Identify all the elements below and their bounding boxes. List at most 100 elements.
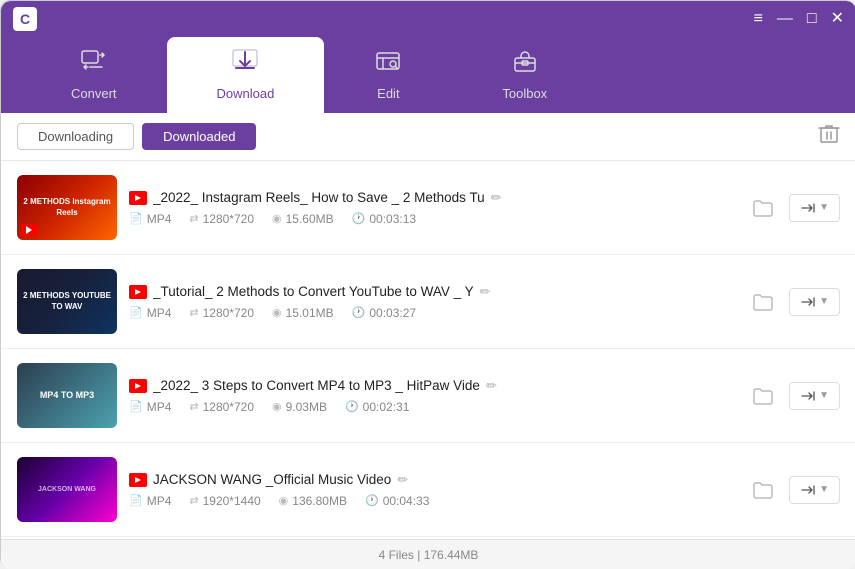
- file-title: _2022_ Instagram Reels_ How to Save _ 2 …: [153, 190, 485, 205]
- thumbnail: 2 METHODS YOUTUBE TO WAV: [17, 269, 117, 334]
- open-folder-button[interactable]: [747, 192, 779, 224]
- file-icon: 📄: [129, 494, 143, 507]
- file-title: _Tutorial_ 2 Methods to Convert YouTube …: [153, 284, 474, 299]
- size-icon: ◉: [272, 212, 282, 225]
- clock-icon: 🕐: [352, 212, 366, 225]
- toolbox-icon: [511, 49, 539, 80]
- maximize-icon[interactable]: □: [807, 11, 817, 27]
- app-logo: C: [13, 7, 37, 31]
- file-title-row: _2022_ 3 Steps to Convert MP4 to MP3 _ H…: [129, 378, 735, 394]
- clock-icon: 🕐: [345, 400, 359, 413]
- tab-download[interactable]: Download: [167, 37, 325, 113]
- convert-button[interactable]: ▼: [789, 194, 840, 222]
- file-icon: 📄: [129, 306, 143, 319]
- youtube-badge: [129, 191, 147, 205]
- file-actions: ▼: [747, 474, 840, 506]
- duration-meta: 🕐 00:02:31: [345, 400, 409, 414]
- title-bar: C ≡ — □ ✕: [1, 1, 855, 37]
- clock-icon: 🕐: [352, 306, 366, 319]
- minimize-icon[interactable]: —: [777, 11, 793, 27]
- size-meta: ◉ 15.60MB: [272, 212, 334, 226]
- close-icon[interactable]: ✕: [831, 11, 844, 27]
- open-folder-button[interactable]: [747, 286, 779, 318]
- nav-tabs: Convert Download Edit: [1, 37, 855, 113]
- resolution-meta: ⇄ 1280*720: [189, 306, 254, 320]
- window-controls: ≡ — □ ✕: [754, 11, 844, 27]
- size-icon: ◉: [279, 494, 289, 507]
- thumbnail: JACKSON WANG: [17, 457, 117, 522]
- convert-chevron-icon: ▼: [819, 484, 829, 495]
- file-count-label: 4 Files | 176.44MB: [379, 548, 479, 562]
- sub-header: Downloading Downloaded: [1, 113, 855, 161]
- edit-icon: [374, 49, 402, 80]
- delete-all-button[interactable]: [818, 123, 840, 150]
- open-folder-button[interactable]: [747, 380, 779, 412]
- size-meta: ◉ 9.03MB: [272, 400, 327, 414]
- tab-edit-label: Edit: [377, 86, 399, 101]
- edit-title-icon[interactable]: ✏: [480, 284, 491, 300]
- format-meta: 📄 MP4: [129, 306, 171, 320]
- thumbnail: 2 METHODS Instagram Reels: [17, 175, 117, 240]
- youtube-badge: [129, 379, 147, 393]
- duration-meta: 🕐 00:03:13: [352, 212, 416, 226]
- youtube-badge: [129, 285, 147, 299]
- footer: 4 Files | 176.44MB: [1, 539, 855, 569]
- clock-icon: 🕐: [365, 494, 379, 507]
- resolution-icon: ⇄: [189, 306, 198, 319]
- file-icon: 📄: [129, 400, 143, 413]
- file-meta: 📄 MP4 ⇄ 1280*720 ◉ 15.01MB 🕐: [129, 306, 735, 320]
- file-list: 2 METHODS Instagram Reels _2022_ Instagr…: [1, 161, 855, 567]
- file-actions: ▼: [747, 380, 840, 412]
- file-icon: 📄: [129, 212, 143, 225]
- tab-download-label: Download: [217, 86, 275, 101]
- edit-title-icon[interactable]: ✏: [397, 472, 408, 488]
- file-info: _Tutorial_ 2 Methods to Convert YouTube …: [129, 284, 735, 320]
- file-title: JACKSON WANG _Official Music Video: [153, 472, 391, 487]
- list-item: 2 METHODS YOUTUBE TO WAV _Tutorial_ 2 Me…: [1, 255, 855, 349]
- file-actions: ▼: [747, 286, 840, 318]
- size-icon: ◉: [272, 306, 282, 319]
- list-item: JACKSON WANG JACKSON WANG _Official Musi…: [1, 443, 855, 537]
- convert-button[interactable]: ▼: [789, 382, 840, 410]
- tab-convert[interactable]: Convert: [21, 37, 167, 113]
- resolution-icon: ⇄: [189, 494, 198, 507]
- list-item: 2 METHODS Instagram Reels _2022_ Instagr…: [1, 161, 855, 255]
- resolution-meta: ⇄ 1280*720: [189, 212, 254, 226]
- list-item: MP4 TO MP3 _2022_ 3 Steps to Convert MP4…: [1, 349, 855, 443]
- open-folder-button[interactable]: [747, 474, 779, 506]
- file-meta: 📄 MP4 ⇄ 1920*1440 ◉ 136.80MB 🕐: [129, 494, 735, 508]
- resolution-icon: ⇄: [189, 212, 198, 225]
- edit-title-icon[interactable]: ✏: [491, 190, 502, 206]
- resolution-meta: ⇄ 1920*1440: [189, 494, 260, 508]
- size-meta: ◉ 15.01MB: [272, 306, 334, 320]
- file-actions: ▼: [747, 192, 840, 224]
- menu-icon[interactable]: ≡: [754, 11, 763, 27]
- resolution-icon: ⇄: [189, 400, 198, 413]
- subtab-downloading[interactable]: Downloading: [17, 123, 134, 150]
- format-meta: 📄 MP4: [129, 494, 171, 508]
- file-info: JACKSON WANG _Official Music Video ✏ 📄 M…: [129, 472, 735, 508]
- convert-icon: [80, 49, 108, 80]
- tab-edit[interactable]: Edit: [324, 37, 452, 113]
- file-info: _2022_ Instagram Reels_ How to Save _ 2 …: [129, 190, 735, 226]
- file-title-row: _2022_ Instagram Reels_ How to Save _ 2 …: [129, 190, 735, 206]
- tab-toolbox[interactable]: Toolbox: [452, 37, 597, 113]
- youtube-badge: [129, 473, 147, 487]
- file-title-row: JACKSON WANG _Official Music Video ✏: [129, 472, 735, 488]
- content-wrapper: 2 METHODS Instagram Reels _2022_ Instagr…: [1, 161, 855, 569]
- convert-button[interactable]: ▼: [789, 288, 840, 316]
- resolution-meta: ⇄ 1280*720: [189, 400, 254, 414]
- tab-toolbox-label: Toolbox: [502, 86, 547, 101]
- convert-chevron-icon: ▼: [819, 202, 829, 213]
- convert-chevron-icon: ▼: [819, 390, 829, 401]
- edit-title-icon[interactable]: ✏: [486, 378, 497, 394]
- download-icon: [231, 49, 259, 80]
- file-title-row: _Tutorial_ 2 Methods to Convert YouTube …: [129, 284, 735, 300]
- app-window: C ≡ — □ ✕ Convert: [1, 1, 855, 569]
- convert-button[interactable]: ▼: [789, 476, 840, 504]
- file-meta: 📄 MP4 ⇄ 1280*720 ◉ 9.03MB 🕐: [129, 400, 735, 414]
- size-meta: ◉ 136.80MB: [279, 494, 347, 508]
- thumbnail: MP4 TO MP3: [17, 363, 117, 428]
- format-meta: 📄 MP4: [129, 400, 171, 414]
- subtab-downloaded[interactable]: Downloaded: [142, 123, 256, 150]
